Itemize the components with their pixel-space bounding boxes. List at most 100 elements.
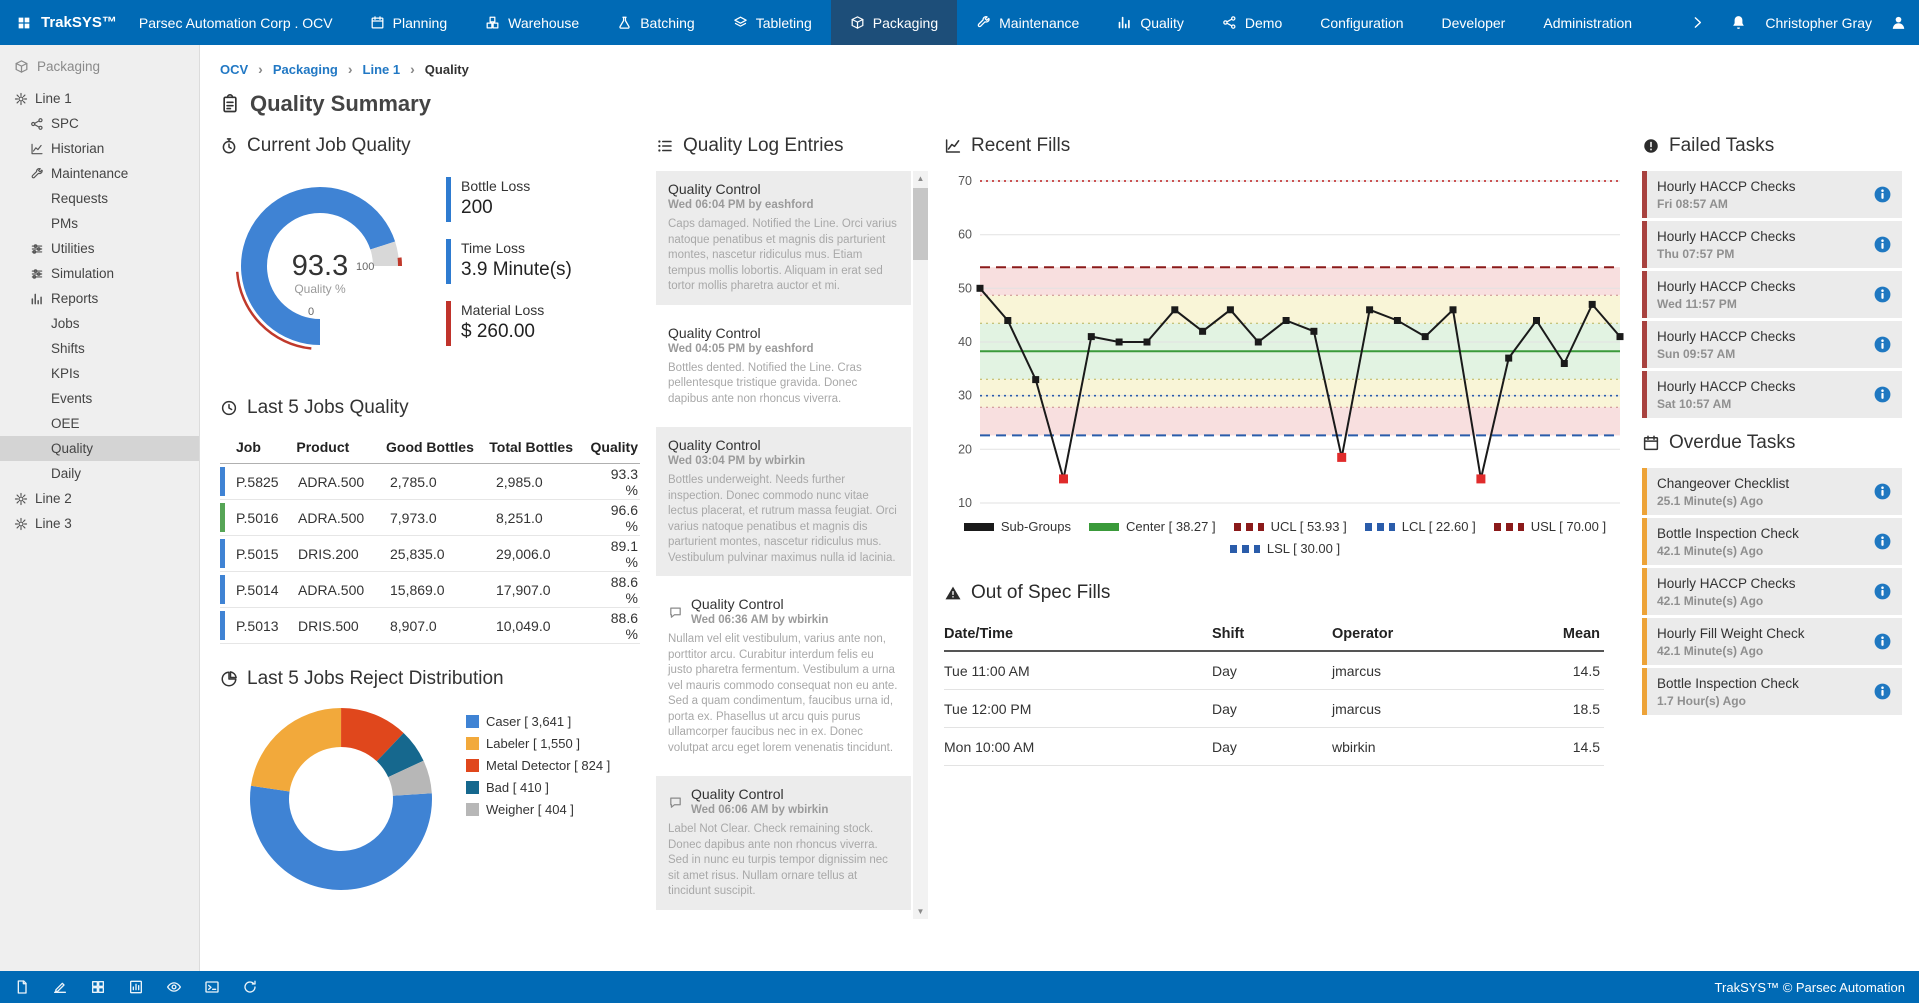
column-recent-fills: Recent Fills 10203040506070 Sub-GroupsCe… [944,135,1626,919]
sidebar-item[interactable]: Daily [0,461,199,486]
sidebar-item[interactable]: Reports [0,286,199,311]
info-icon[interactable] [1873,185,1892,204]
failed-task-item[interactable]: Hourly HACCP Checks Wed 11:57 PM [1642,271,1902,318]
failed-task-item[interactable]: Hourly HACCP Checks Sun 09:57 AM [1642,321,1902,368]
info-icon[interactable] [1873,385,1892,404]
nav-item-label: Administration [1543,15,1632,31]
current-job-quality-block: 93.3Quality %1000 Bottle Loss 200 Time L… [220,171,640,361]
overdue-task-item[interactable]: Bottle Inspection Check 42.1 Minute(s) A… [1642,518,1902,565]
sidebar-item[interactable]: Requests [0,186,199,211]
sidebar-item[interactable]: Quality [0,436,199,461]
terminal-icon[interactable] [204,979,220,995]
quality-cell: 88.6 % [600,574,640,606]
sidebar-item[interactable]: SPC [0,111,199,136]
sidebar-item[interactable]: PMs [0,211,199,236]
overdue-task-item[interactable]: Changeover Checklist 25.1 Minute(s) Ago [1642,468,1902,515]
scrollbar[interactable]: ▲ ▼ [913,171,928,919]
sidebar-item[interactable]: KPIs [0,361,199,386]
info-icon[interactable] [1873,532,1892,551]
good-bottles-cell: 8,907.0 [390,618,496,634]
nav-item[interactable]: Warehouse [466,0,598,45]
sidebar-item[interactable]: Events [0,386,199,411]
column-header: Date/Time [944,626,1212,642]
preview-icon[interactable] [166,979,182,995]
sidebar-item[interactable]: Historian [0,136,199,161]
jobs-table-header: JobProductGood BottlesTotal BottlesQuali… [220,433,640,464]
loss-metrics: Bottle Loss 200 Time Loss 3.9 Minute(s) … [446,171,640,361]
sidebar-item[interactable]: OEE [0,411,199,436]
nav-item[interactable]: Batching [598,0,713,45]
nav-item[interactable]: Quality [1098,0,1203,45]
failed-task-item[interactable]: Hourly HACCP Checks Sat 10:57 AM [1642,371,1902,418]
log-entry: Quality Control Wed 06:04 PM by eashford… [656,171,911,305]
sidebar-item[interactable]: Simulation [0,261,199,286]
overdue-task-item[interactable]: Hourly HACCP Checks 42.1 Minute(s) Ago [1642,568,1902,615]
log-entry-body: Nullam vel elit vestibulum, varius ante … [668,632,899,756]
traksys-logo[interactable]: TrakSYS™ [0,0,133,45]
info-icon[interactable] [1873,632,1892,651]
total-bottles-cell: 2,985.0 [496,474,600,490]
info-icon[interactable] [1873,335,1892,354]
edit-icon[interactable] [52,979,68,995]
info-icon[interactable] [1873,682,1892,701]
overdue-task-item[interactable]: Bottle Inspection Check 1.7 Hour(s) Ago [1642,668,1902,715]
legend-item: Metal Detector [ 824 ] [466,758,610,773]
failed-task-item[interactable]: Hourly HACCP Checks Thu 07:57 PM [1642,221,1902,268]
user-menu-button[interactable] [1878,0,1919,45]
grid-icon[interactable] [90,979,106,995]
app-window: TrakSYS™ Parsec Automation Corp . OCV Pl… [0,0,1919,1003]
scrollbar-thumb[interactable] [913,188,928,260]
legend-swatch [466,737,479,750]
legend-item: UCL [ 53.93 ] [1234,519,1347,534]
nav-item[interactable]: Administration [1524,0,1651,45]
sidebar-item[interactable]: Shifts [0,336,199,361]
nav-item[interactable]: Packaging [831,0,957,45]
sidebar-item[interactable]: Line 3 [0,511,199,536]
report-icon[interactable] [128,979,144,995]
info-icon[interactable] [1873,235,1892,254]
nav-item[interactable]: Planning [351,0,467,45]
column-header: Shift [1212,626,1332,642]
loss-metric: Time Loss 3.9 Minute(s) [446,239,640,284]
overdue-task-item[interactable]: Hourly Fill Weight Check 42.1 Minute(s) … [1642,618,1902,665]
breadcrumb-item[interactable]: Packaging [258,61,338,77]
info-icon[interactable] [1873,482,1892,501]
nav-item[interactable]: Demo [1203,0,1301,45]
nav-item[interactable]: Tableting [714,0,831,45]
nav-item[interactable]: Maintenance [957,0,1098,45]
column-header: Quality [591,439,640,455]
sidebar-item[interactable]: Line 1 [0,86,199,111]
failed-tasks-list: Hourly HACCP Checks Fri 08:57 AM Hourly … [1642,171,1902,418]
breadcrumb-item[interactable]: Line 1 [348,61,400,77]
breadcrumb-item[interactable]: OCV [220,62,248,77]
sidebar-item[interactable]: Maintenance [0,161,199,186]
comment-icon [668,598,683,626]
user-name[interactable]: Christopher Gray [1759,0,1878,45]
reject-legend: Caser [ 3,641 ] Labeler [ 1,550 ] Metal … [466,704,610,894]
breadcrumb-item[interactable]: Quality [410,61,469,77]
refresh-icon[interactable] [242,979,258,995]
scrollbar-track[interactable] [913,186,928,904]
document-icon[interactable] [14,979,30,995]
log-entry-body: Bottles dented. Notified the Line. Cras … [668,361,899,408]
info-icon[interactable] [1873,582,1892,601]
nav-item[interactable]: Configuration [1301,0,1422,45]
task-text: Hourly HACCP Checks Sun 09:57 AM [1657,329,1867,361]
scroll-up-button[interactable]: ▲ [913,171,928,186]
sidebar-item[interactable]: Line 2 [0,486,199,511]
legend-swatch [1230,545,1260,553]
svg-text:Quality %: Quality % [294,282,346,296]
sidebar-item[interactable]: Jobs [0,311,199,336]
sidebar-item-label: Reports [51,291,98,306]
table-row: Mon 10:00 AM Day wbirkin 14.5 [944,728,1604,766]
nav-item[interactable]: Developer [1423,0,1525,45]
svg-text:30: 30 [958,389,972,403]
legend-swatch [466,759,479,772]
failed-task-item[interactable]: Hourly HACCP Checks Fri 08:57 AM [1642,171,1902,218]
log-entry-meta: Wed 06:36 AM by wbirkin [691,614,828,626]
scroll-down-button[interactable]: ▼ [913,904,928,919]
notifications-button[interactable] [1718,0,1759,45]
info-icon[interactable] [1873,285,1892,304]
expand-nav-button[interactable] [1677,0,1718,45]
sidebar-item[interactable]: Utilities [0,236,199,261]
